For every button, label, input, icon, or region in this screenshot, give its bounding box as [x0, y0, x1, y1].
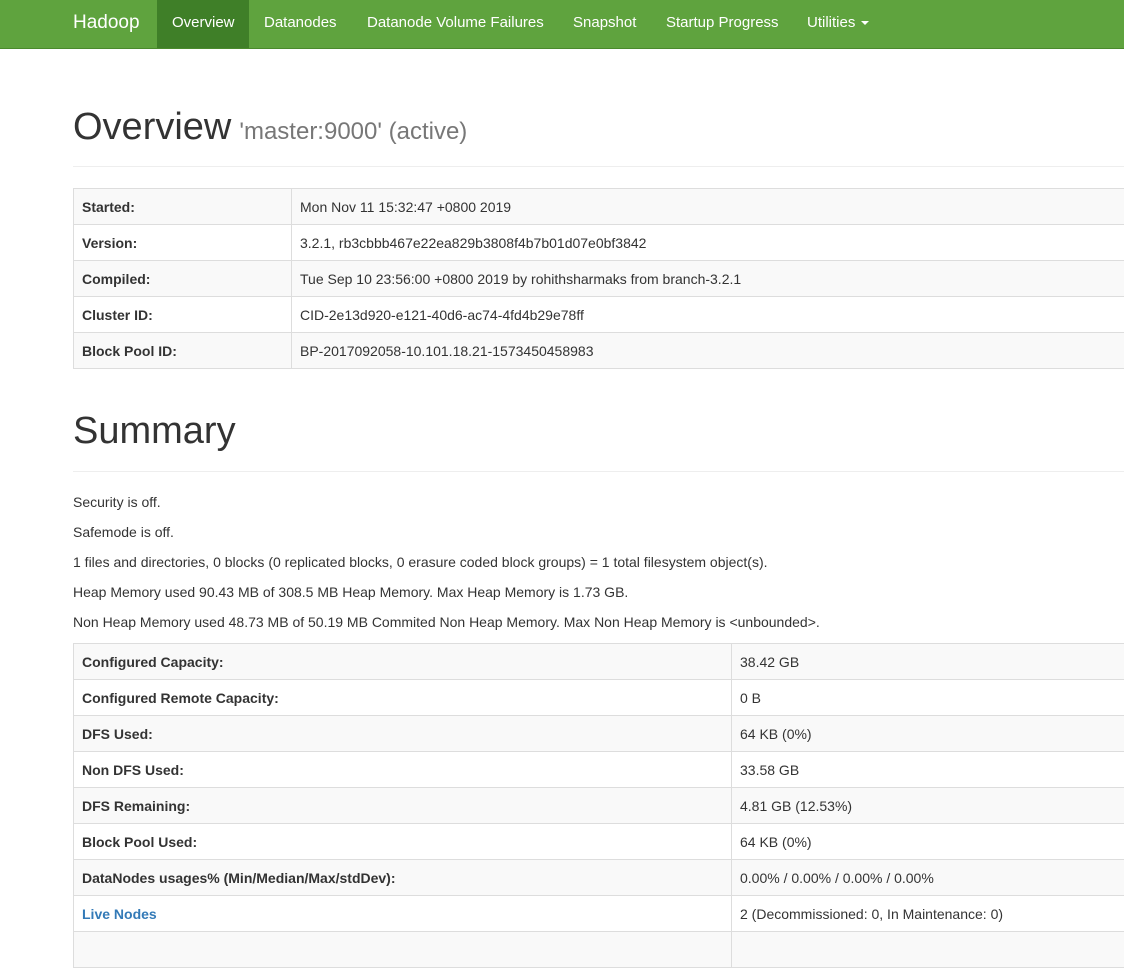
row-label: Configured Remote Capacity: [74, 680, 732, 716]
table-row: Compiled:Tue Sep 10 23:56:00 +0800 2019 … [74, 261, 1124, 297]
table-row: DataNodes usages% (Min/Median/Max/stdDev… [74, 860, 1124, 896]
row-label: Block Pool Used: [74, 824, 732, 860]
row-value: BP-2017092058-10.101.18.21-1573450458983 [292, 333, 1124, 369]
overview-divider [73, 166, 1124, 167]
row-label: Version: [74, 225, 292, 261]
table-row: DFS Used:64 KB (0%) [74, 716, 1124, 752]
summary-heading: Summary [73, 410, 236, 453]
summary-divider [73, 471, 1124, 472]
overview-subtitle: 'master:9000' (active) [239, 118, 467, 145]
table-row: Started:Mon Nov 11 15:32:47 +0800 2019 [74, 189, 1124, 225]
row-value: 64 KB (0%) [732, 716, 1124, 752]
overview-table: Started:Mon Nov 11 15:32:47 +0800 2019 V… [73, 188, 1124, 369]
table-row: Block Pool Used:64 KB (0%) [74, 824, 1124, 860]
filesystem-objects-text: 1 files and directories, 0 blocks (0 rep… [73, 554, 768, 570]
row-label: Started: [74, 189, 292, 225]
row-label: DataNodes usages% (Min/Median/Max/stdDev… [74, 860, 732, 896]
nav-startup-progress[interactable]: Startup Progress [651, 0, 794, 48]
table-row: DFS Remaining:4.81 GB (12.53%) [74, 788, 1124, 824]
row-value: CID-2e13d920-e121-40d6-ac74-4fd4b29e78ff [292, 297, 1124, 333]
table-row: Configured Remote Capacity:0 B [74, 680, 1124, 716]
row-value: Mon Nov 11 15:32:47 +0800 2019 [292, 189, 1124, 225]
overview-title: Overview [73, 106, 231, 148]
top-navbar: Hadoop Overview Datanodes Datanode Volum… [0, 0, 1124, 49]
chevron-down-icon [861, 21, 869, 25]
summary-table: Configured Capacity:38.42 GB Configured … [73, 643, 1124, 968]
row-value: 33.58 GB [732, 752, 1124, 788]
row-value: 64 KB (0%) [732, 824, 1124, 860]
row-label: Configured Capacity: [74, 644, 732, 680]
nav-overview[interactable]: Overview [157, 0, 249, 48]
non-heap-memory-text: Non Heap Memory used 48.73 MB of 50.19 M… [73, 614, 820, 630]
safemode-status: Safemode is off. [73, 524, 174, 540]
row-value: 4.81 GB (12.53%) [732, 788, 1124, 824]
row-label: Cluster ID: [74, 297, 292, 333]
nav-snapshot[interactable]: Snapshot [558, 0, 651, 48]
row-value: 3.2.1, rb3cbbb467e22ea829b3808f4b7b01d07… [292, 225, 1124, 261]
row-value: 0 B [732, 680, 1124, 716]
row-label: DFS Remaining: [74, 788, 732, 824]
table-row: Cluster ID:CID-2e13d920-e121-40d6-ac74-4… [74, 297, 1124, 333]
brand-logo[interactable]: Hadoop [73, 0, 140, 48]
row-label-cell: Live Nodes [74, 896, 732, 932]
nav-datanodes[interactable]: Datanodes [249, 0, 352, 48]
security-status: Security is off. [73, 494, 161, 510]
nav-datanode-volume-failures[interactable]: Datanode Volume Failures [352, 0, 559, 48]
row-value: 38.42 GB [732, 644, 1124, 680]
row-value: Tue Sep 10 23:56:00 +0800 2019 by rohith… [292, 261, 1124, 297]
live-nodes-link[interactable]: Live Nodes [82, 906, 157, 922]
overview-heading: Overview 'master:9000' (active) [73, 106, 467, 149]
row-value: 2 (Decommissioned: 0, In Maintenance: 0) [732, 896, 1124, 932]
table-row-partial [74, 932, 1124, 968]
row-label: Compiled: [74, 261, 292, 297]
nav-utilities-label: Utilities [807, 14, 855, 31]
row-label: DFS Used: [74, 716, 732, 752]
row-value: 0.00% / 0.00% / 0.00% / 0.00% [732, 860, 1124, 896]
nav-utilities-dropdown[interactable]: Utilities [792, 0, 884, 48]
row-label: Non DFS Used: [74, 752, 732, 788]
row-label: Block Pool ID: [74, 333, 292, 369]
table-row: Configured Capacity:38.42 GB [74, 644, 1124, 680]
table-row: Version:3.2.1, rb3cbbb467e22ea829b3808f4… [74, 225, 1124, 261]
table-row: Block Pool ID:BP-2017092058-10.101.18.21… [74, 333, 1124, 369]
table-row: Non DFS Used:33.58 GB [74, 752, 1124, 788]
heap-memory-text: Heap Memory used 90.43 MB of 308.5 MB He… [73, 584, 628, 600]
summary-title: Summary [73, 410, 236, 452]
table-row: Live Nodes 2 (Decommissioned: 0, In Maint… [74, 896, 1124, 932]
